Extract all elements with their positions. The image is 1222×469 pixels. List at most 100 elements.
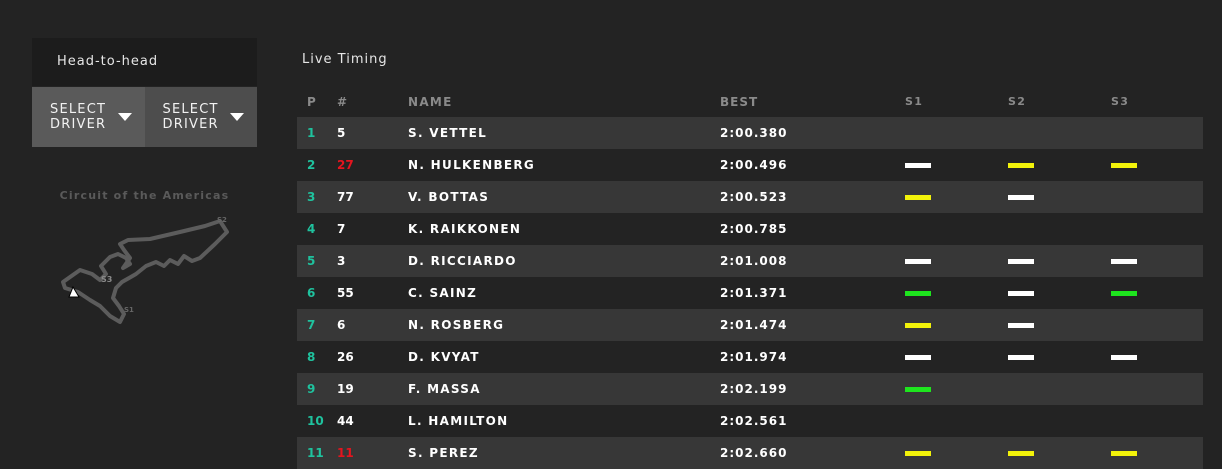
s1-cell [893, 162, 996, 168]
select-driver-a-label: SELECT DRIVER [50, 102, 107, 132]
select-driver-b-label: SELECT DRIVER [162, 102, 219, 132]
driver-name-cell: V. BOTTAS [408, 190, 490, 204]
s2-cell [996, 322, 1099, 328]
sector-status-bar [1111, 290, 1137, 296]
s2-cell [996, 258, 1099, 264]
driver-name-cell: L. HAMILTON [408, 414, 509, 428]
s1-cell [893, 450, 996, 456]
sector-status-bar [1008, 258, 1034, 264]
sector-status-bar [1111, 450, 1137, 456]
best-time-cell: 2:02.199 [720, 382, 788, 396]
table-row[interactable]: 1 5 S. VETTEL 2:00.380 [297, 117, 1203, 149]
head-to-head-title: Head-to-head [32, 38, 257, 86]
driver-name-cell: N. ROSBERG [408, 318, 505, 332]
sector-status-bar [1008, 354, 1034, 360]
timing-table: P # NAME BEST S1 S2 S3 1 5 S. VETTEL 2:00.3… [297, 86, 1203, 469]
sector-status-bar [1111, 258, 1137, 264]
driver-number-cell: 6 [337, 318, 346, 332]
col-s1: S1 [905, 95, 924, 108]
live-timing-title: Live Timing [302, 52, 388, 67]
sector-status-bar [1008, 194, 1034, 200]
s3-cell [1099, 354, 1202, 360]
driver-name-cell: S. VETTEL [408, 126, 488, 140]
position-cell: 5 [307, 254, 316, 268]
sector-status-bar [1111, 354, 1137, 360]
table-row[interactable]: 4 7 K. RAIKKONEN 2:00.785 [297, 213, 1203, 245]
position-cell: 10 [307, 414, 324, 428]
s1-cell [893, 194, 996, 200]
s2-cell [996, 450, 1099, 456]
table-row[interactable]: 8 26 D. KVYAT 2:01.974 [297, 341, 1203, 373]
sector-label-s2: S2 [217, 216, 227, 224]
position-cell: 3 [307, 190, 316, 204]
sector-label-s1: S1 [124, 306, 134, 314]
best-time-cell: 2:01.474 [720, 318, 788, 332]
sector-status-bar [905, 450, 931, 456]
position-cell: 8 [307, 350, 316, 364]
col-position: P [307, 94, 318, 109]
driver-number-cell: 55 [337, 286, 354, 300]
s2-cell [996, 290, 1099, 296]
col-best: BEST [720, 94, 759, 109]
best-time-cell: 2:01.974 [720, 350, 788, 364]
table-row[interactable]: 5 3 D. RICCIARDO 2:01.008 [297, 245, 1203, 277]
sector-status-bar [1008, 450, 1034, 456]
s3-cell [1099, 258, 1202, 264]
col-number: # [337, 94, 349, 109]
position-cell: 6 [307, 286, 316, 300]
select-driver-a-button[interactable]: SELECT DRIVER [32, 87, 145, 147]
sector-status-bar [1008, 290, 1034, 296]
sector-status-bar [905, 194, 931, 200]
driver-number-cell: 19 [337, 382, 354, 396]
best-time-cell: 2:00.380 [720, 126, 788, 140]
best-time-cell: 2:01.371 [720, 286, 788, 300]
best-time-cell: 2:00.785 [720, 222, 788, 236]
position-cell: 2 [307, 158, 316, 172]
s1-cell [893, 386, 996, 392]
col-s3: S3 [1111, 95, 1130, 108]
track-outline [61, 219, 229, 324]
table-header: P # NAME BEST S1 S2 S3 [297, 86, 1203, 117]
position-cell: 9 [307, 382, 316, 396]
chevron-down-icon [230, 113, 244, 121]
table-body: 1 5 S. VETTEL 2:00.380 2 27 N. HULKENBERG 2:00.… [297, 117, 1203, 469]
sector-status-bar [905, 386, 931, 392]
driver-name-cell: K. RAIKKONEN [408, 222, 522, 236]
select-driver-b-button[interactable]: SELECT DRIVER [144, 87, 257, 147]
table-row[interactable]: 7 6 N. ROSBERG 2:01.474 [297, 309, 1203, 341]
best-time-cell: 2:02.660 [720, 446, 788, 460]
driver-number-cell: 5 [337, 126, 346, 140]
table-row[interactable]: 3 77 V. BOTTAS 2:00.523 [297, 181, 1203, 213]
s3-cell [1099, 162, 1202, 168]
table-row[interactable]: 9 19 F. MASSA 2:02.199 [297, 373, 1203, 405]
s3-cell [1099, 290, 1202, 296]
circuit-map: S3 S1 S2 [61, 216, 229, 324]
driver-name-cell: S. PEREZ [408, 446, 479, 460]
best-time-cell: 2:02.561 [720, 414, 788, 428]
sector-status-bar [905, 258, 931, 264]
s2-cell [996, 162, 1099, 168]
sector-status-bar [905, 290, 931, 296]
table-row[interactable]: 2 27 N. HULKENBERG 2:00.496 [297, 149, 1203, 181]
col-s2: S2 [1008, 95, 1027, 108]
position-cell: 4 [307, 222, 316, 236]
s1-cell [893, 258, 996, 264]
col-name: NAME [408, 94, 453, 109]
driver-selects: SELECT DRIVER SELECT DRIVER [32, 87, 257, 147]
driver-number-cell: 26 [337, 350, 354, 364]
best-time-cell: 2:00.523 [720, 190, 788, 204]
table-row[interactable]: 10 44 L. HAMILTON 2:02.561 [297, 405, 1203, 437]
sector-label-s3: S3 [101, 275, 112, 284]
sector-status-bar [1111, 162, 1137, 168]
position-cell: 7 [307, 318, 316, 332]
driver-number-cell: 44 [337, 414, 354, 428]
table-row[interactable]: 11 11 S. PEREZ 2:02.660 [297, 437, 1203, 469]
driver-name-cell: C. SAINZ [408, 286, 478, 300]
s3-cell [1099, 450, 1202, 456]
sector-status-bar [1008, 162, 1034, 168]
table-row[interactable]: 6 55 C. SAINZ 2:01.371 [297, 277, 1203, 309]
driver-number-cell: 27 [337, 158, 354, 172]
driver-number-cell: 3 [337, 254, 346, 268]
s2-cell [996, 354, 1099, 360]
sector-status-bar [905, 162, 931, 168]
